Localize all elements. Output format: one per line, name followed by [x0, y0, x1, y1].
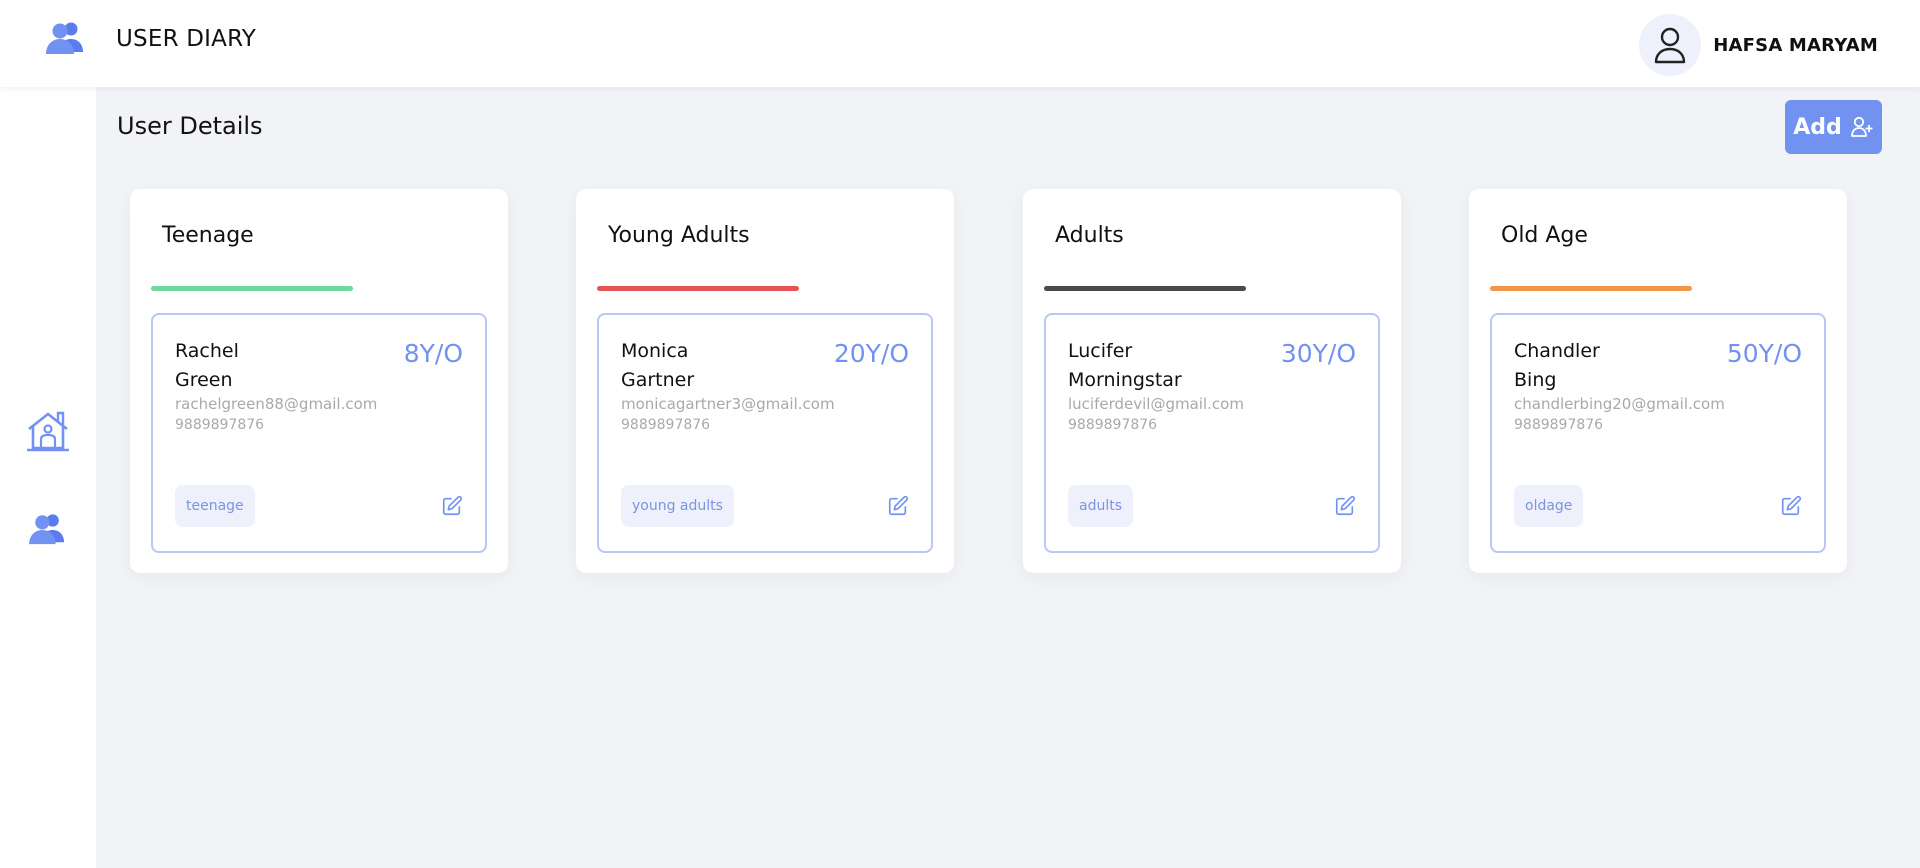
- page-title: User Details: [117, 112, 263, 140]
- user-phone: 9889897876: [1514, 417, 1604, 433]
- edit-icon[interactable]: [1334, 495, 1356, 517]
- edit-icon[interactable]: [441, 495, 463, 517]
- user-age: 8Y/O: [403, 339, 463, 368]
- users-icon[interactable]: [44, 20, 88, 56]
- user-last-name: Bing: [1514, 369, 1557, 391]
- user-avatar-icon[interactable]: [1639, 14, 1702, 76]
- user-card[interactable]: Lucifer Morningstar 30Y/O luciferdevil@g…: [1044, 313, 1380, 553]
- users-icon: [29, 514, 65, 545]
- user-age: 20Y/O: [833, 339, 909, 368]
- user-card[interactable]: Chandler Bing 50Y/O chandlerbing20@gmail…: [1490, 313, 1826, 553]
- add-user-icon: [1850, 116, 1873, 137]
- user-full-name: Monica Gartner: [621, 337, 781, 395]
- category-color-bar: [1044, 286, 1246, 291]
- user-full-name: Chandler Bing: [1514, 337, 1674, 395]
- sidebar-item-home[interactable]: [24, 407, 72, 455]
- category-color-bar: [1490, 286, 1692, 291]
- user-first-name: Chandler: [1514, 340, 1600, 362]
- user-profile[interactable]: HAFSA MARYAM: [1639, 14, 1878, 76]
- user-card[interactable]: Rachel Green 8Y/O rachelgreen88@gmail.co…: [151, 313, 487, 553]
- add-button-label: Add: [1793, 114, 1842, 140]
- user-full-name: Lucifer Morningstar: [1068, 337, 1228, 395]
- user-phone: 9889897876: [1068, 417, 1158, 433]
- sidebar-item-users[interactable]: [24, 505, 72, 553]
- user-last-name: Morningstar: [1068, 369, 1182, 391]
- edit-icon[interactable]: [1780, 495, 1802, 517]
- category-color-bar: [151, 286, 353, 291]
- category-title: Old Age: [1501, 223, 1588, 248]
- category-card-teenage: Teenage Rachel Green 8Y/O rachelgreen88@…: [130, 189, 508, 573]
- category-title: Young Adults: [608, 223, 750, 248]
- category-card-old-age: Old Age Chandler Bing 50Y/O chandlerbing…: [1469, 189, 1847, 573]
- add-user-button[interactable]: Add: [1785, 100, 1882, 154]
- user-card[interactable]: Monica Gartner 20Y/O monicagartner3@gmai…: [597, 313, 933, 553]
- user-email: luciferdevil@gmail.com: [1068, 395, 1244, 413]
- edit-icon[interactable]: [887, 495, 909, 517]
- user-phone: 9889897876: [175, 417, 265, 433]
- category-card-adults: Adults Lucifer Morningstar 30Y/O lucifer…: [1023, 189, 1401, 573]
- user-last-name: Gartner: [621, 369, 695, 391]
- user-phone: 9889897876: [621, 417, 711, 433]
- user-email: chandlerbing20@gmail.com: [1514, 395, 1725, 413]
- user-name: HAFSA MARYAM: [1713, 34, 1878, 56]
- top-bar: USER DIARY HAFSA MARYAM: [0, 0, 1920, 87]
- user-age: 50Y/O: [1726, 339, 1802, 368]
- user-age: 30Y/O: [1280, 339, 1356, 368]
- user-email: rachelgreen88@gmail.com: [175, 395, 378, 413]
- sidebar: [0, 87, 96, 868]
- home-icon: [27, 411, 69, 452]
- category-title: Adults: [1055, 223, 1124, 248]
- category-tag: oldage: [1514, 485, 1584, 527]
- user-first-name: Lucifer: [1068, 340, 1133, 362]
- user-email: monicagartner3@gmail.com: [621, 395, 835, 413]
- category-card-young-adults: Young Adults Monica Gartner 20Y/O monica…: [576, 189, 954, 573]
- category-tag: adults: [1068, 485, 1134, 527]
- user-first-name: Monica: [621, 340, 689, 362]
- category-color-bar: [597, 286, 799, 291]
- user-full-name: Rachel Green: [175, 337, 335, 395]
- user-last-name: Green: [175, 369, 233, 391]
- user-first-name: Rachel: [175, 340, 239, 362]
- category-tag: teenage: [175, 485, 255, 527]
- category-title: Teenage: [162, 223, 254, 248]
- app-title: USER DIARY: [116, 26, 257, 52]
- category-tag: young adults: [621, 485, 734, 527]
